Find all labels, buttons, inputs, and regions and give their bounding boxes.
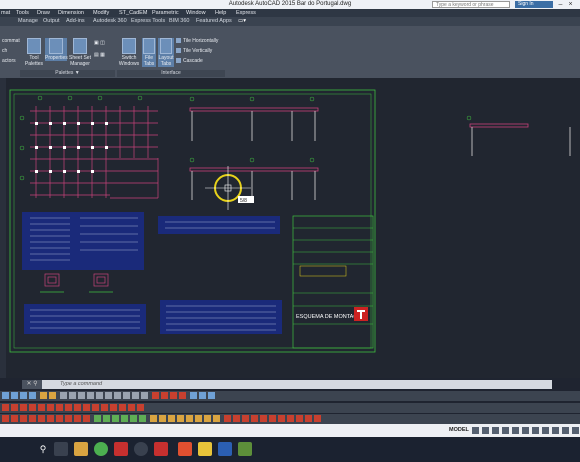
ribbon-options-icon[interactable]: ▭▾ [238,17,246,26]
menu-parametric[interactable]: Parametric [152,9,179,17]
elevation-2-bubbles [189,157,315,163]
menu-draw[interactable]: Draw [37,9,50,17]
media-icon[interactable] [134,442,148,456]
right-elevation [466,115,571,156]
toolbar-row-1 [0,391,580,401]
drawing-area[interactable]: 5/8 ESQUEMA DE MONTAGEM [0,78,580,378]
switch-windows-icon [122,38,136,54]
tab-add-ins[interactable]: Add-ins [66,17,85,26]
grid-plan-nodes [35,122,108,173]
menu-st-cadem[interactable]: ST_CadEM [119,9,147,17]
menu-dimension[interactable]: Dimension [58,9,84,17]
task-view-icon[interactable] [54,442,68,456]
close-icon[interactable]: × [566,0,575,9]
palettes-panel-label[interactable]: Palettes ▼ [20,70,115,77]
column-details [40,273,113,293]
tile-vertically-icon [176,48,181,54]
toolbar-row-2 [0,403,580,413]
switch-windows-button[interactable]: Switch Windows [118,38,140,67]
elevation-1-bubbles [189,96,315,102]
interface-panel-label: Interface [117,70,225,77]
tab-output[interactable]: Output [43,17,60,26]
tab-autodesk-360[interactable]: Autodesk 360 [93,17,127,26]
file-tabs-icon [143,38,155,54]
crosshair-cursor: 5/8 [205,166,254,210]
autocad-icon[interactable] [154,442,168,456]
status-bar: MODEL [0,424,580,437]
opera-icon[interactable] [114,442,128,456]
tab-bim-360[interactable]: BIM 360 [169,17,189,26]
minimize-icon[interactable]: – [556,0,565,9]
properties-button[interactable]: Properties [45,38,68,61]
canvas-left-strip [0,78,6,378]
tile-vertically-button[interactable]: Tile Vertically [176,48,212,55]
grid-bubbles [19,95,143,181]
tool-palettes-icon [27,38,41,54]
ribbon-cut-label-1: commat [2,38,20,44]
ribbon-cut-label-2: ch [2,48,8,54]
file-explorer-icon[interactable] [74,442,88,456]
tab-featured-apps[interactable]: Featured Apps [196,17,232,26]
toolbar-row-3 [0,414,580,424]
menu-modify[interactable]: Modify [93,9,109,17]
command-line[interactable]: ✕ ⚲ Type a command [22,380,552,389]
menu-window[interactable]: Window [186,9,206,17]
title-bar: Autodesk AutoCAD 2015 Bar do Portugal.dw… [0,0,580,9]
schedule-table-4 [160,300,282,334]
layout-tabs-icon [160,38,172,54]
layout-tabs-button[interactable]: Layout Tabs [158,38,174,67]
file-tabs-button[interactable]: File Tabs [142,38,156,67]
schedule-tables [22,212,282,334]
command-input[interactable]: Type a command [60,380,102,389]
status-bar-icons[interactable] [470,424,580,437]
schedule-table-1 [22,212,144,270]
ribbon-cut-label-3: actors [2,58,16,64]
toolbar-icons-1[interactable] [0,391,580,401]
command-line-close-icon[interactable]: ✕ ⚲ [22,380,42,389]
sheet-set-manager-button[interactable]: Sheet Set Manager [68,38,92,67]
cursor-tooltip: 5/8 [240,198,247,204]
ribbon-tabs: Manage Output Add-ins Autodesk 360 Expre… [0,17,580,26]
word-icon[interactable] [218,442,232,456]
elevation-2 [189,167,319,200]
menu-express[interactable]: Express [236,9,256,17]
cascade-button[interactable]: Cascade [176,58,203,65]
schedule-table-3 [24,304,146,334]
palette-small-icons[interactable]: ▣ ◫ [94,40,105,47]
app-icon[interactable] [238,442,252,456]
chrome-icon[interactable] [94,442,108,456]
model-space-toggle[interactable]: MODEL [449,426,469,435]
tool-palettes-button[interactable]: Tool Palettes [24,38,44,67]
sign-in-button[interactable]: Sign In [515,1,553,8]
toolbar-icons-3[interactable] [0,414,580,424]
tab-manage[interactable]: Manage [18,17,38,26]
taskbar-search-icon[interactable]: ⚲ [36,442,50,456]
menu-format[interactable]: mat [1,9,10,17]
cad-drawing[interactable]: 5/8 ESQUEMA DE MONTAGEM [0,78,580,378]
ribbon: commat ch actors Tool Palettes Propertie… [0,26,580,78]
foxit-icon[interactable] [178,442,192,456]
menu-help[interactable]: Help [215,9,226,17]
tab-express-tools[interactable]: Express Tools [131,17,165,26]
sheet-set-icon [73,38,87,54]
schedule-table-2 [158,216,280,234]
elevation-1 [189,107,319,141]
toolbar-icons-2[interactable] [0,403,580,413]
grid-plan [30,106,159,199]
title-block: ESQUEMA DE MONTAGEM [292,215,374,349]
cascade-icon [176,58,181,64]
menu-tools[interactable]: Tools [16,9,29,17]
search-input[interactable]: Type a keyword or phrase [432,1,510,8]
properties-icon [49,38,63,54]
taskbar: ⚲ [0,437,580,462]
sticky-notes-icon[interactable] [198,442,212,456]
menu-bar: mat Tools Draw Dimension Modify ST_CadEM… [0,9,580,17]
palette-small-icons-2[interactable]: ▤ ▦ [94,52,105,59]
tile-horizontally-icon [176,38,181,44]
tile-horizontally-button[interactable]: Tile Horizontally [176,38,218,45]
